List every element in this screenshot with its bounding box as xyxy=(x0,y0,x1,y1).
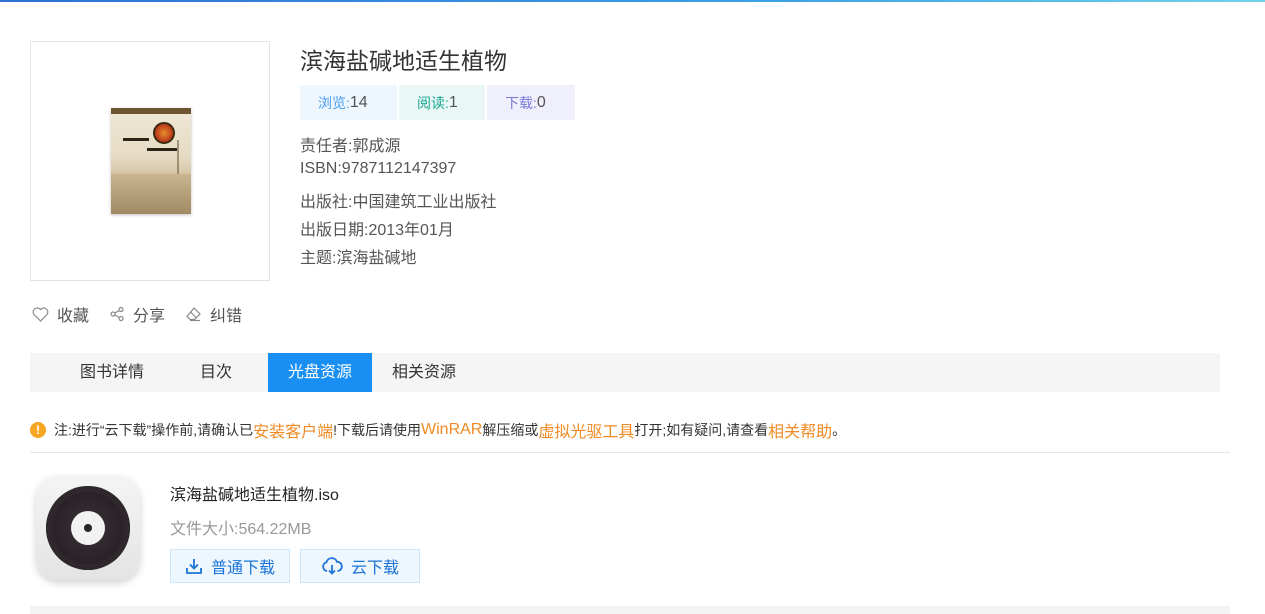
download-notice: ! 注:进行“云下载”操作前,请确认已 安装客户端 !下载后请使用 WinRAR… xyxy=(30,418,846,442)
resource-filename: 滨海盐碱地适生植物.iso xyxy=(170,487,339,504)
warning-icon: ! xyxy=(30,422,46,438)
cloud-download-icon xyxy=(322,557,343,575)
heart-icon xyxy=(32,306,49,322)
cloud-download-button[interactable]: 云下载 xyxy=(300,549,420,583)
download-count-badge: 下载: 0 xyxy=(487,85,575,120)
report-error-button[interactable]: 纠错 xyxy=(185,302,242,326)
share-button[interactable]: 分享 xyxy=(109,302,165,326)
normal-download-button[interactable]: 普通下载 xyxy=(170,549,290,583)
share-icon xyxy=(110,306,124,322)
meta-isbn: ISBN:9787112147397 xyxy=(300,160,457,177)
next-section-strip xyxy=(30,606,1230,614)
section-divider xyxy=(30,452,1230,453)
book-actions: 收藏 分享 纠错 xyxy=(32,302,262,326)
read-count-badge: 阅读: 1 xyxy=(399,85,485,120)
tab-contents[interactable]: 目次 xyxy=(180,353,268,392)
book-cover-frame xyxy=(30,41,270,281)
resource-tabs: 图书详情 目次 光盘资源 相关资源 xyxy=(30,353,1220,392)
view-count-badge: 浏览: 14 xyxy=(300,85,397,120)
download-icon xyxy=(186,559,202,574)
book-cover-image[interactable] xyxy=(111,108,191,214)
help-link[interactable]: 相关帮助 xyxy=(768,418,832,442)
book-stats: 浏览: 14 阅读: 1 下载: 0 xyxy=(300,85,577,120)
meta-subject: 主题:滨海盐碱地 xyxy=(300,250,417,267)
favorite-button[interactable]: 收藏 xyxy=(32,302,89,326)
eraser-icon xyxy=(186,307,201,322)
tab-book-details[interactable]: 图书详情 xyxy=(30,353,180,392)
meta-publish-date: 出版日期:2013年01月 xyxy=(300,222,454,239)
winrar-link[interactable]: WinRAR xyxy=(421,421,482,439)
tab-disc-resources[interactable]: 光盘资源 xyxy=(268,353,373,392)
meta-author: 责任者:郭成源 xyxy=(300,138,401,155)
book-title: 滨海盐碱地适生植物 xyxy=(300,48,507,74)
resource-filesize: 文件大小:564.22MB xyxy=(170,521,312,538)
disc-image-icon xyxy=(36,476,140,580)
meta-publisher: 出版社:中国建筑工业出版社 xyxy=(300,194,497,211)
tab-related-resources[interactable]: 相关资源 xyxy=(372,353,476,392)
virtual-drive-link[interactable]: 虚拟光驱工具 xyxy=(538,418,634,442)
top-accent-line xyxy=(0,0,1265,2)
install-client-link[interactable]: 安装客户端 xyxy=(253,418,333,442)
